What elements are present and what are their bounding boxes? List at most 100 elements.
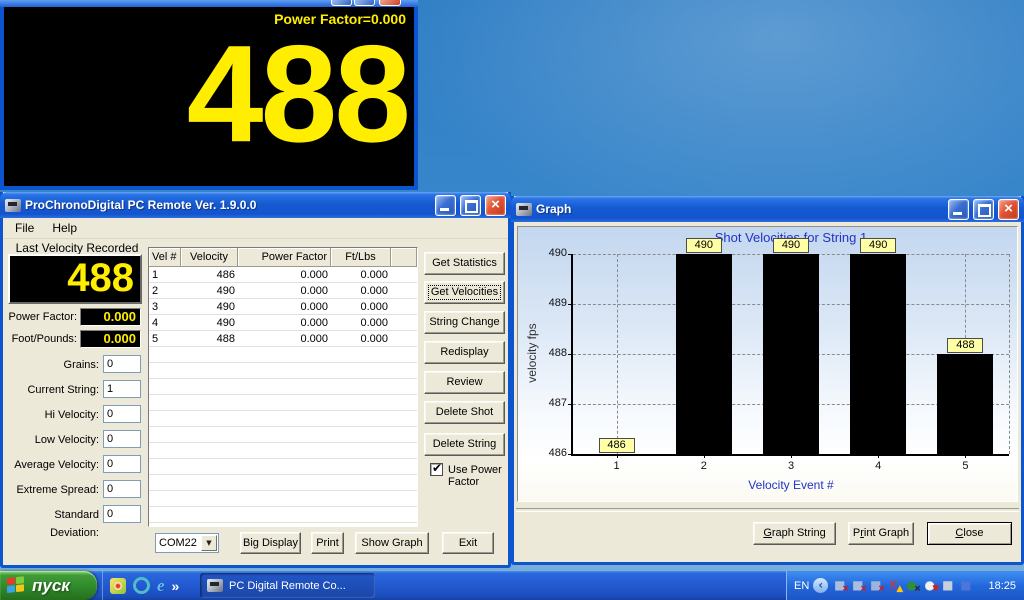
- cell: [238, 411, 331, 427]
- input-extreme-spread[interactable]: [103, 480, 141, 498]
- field-label-hi-velocity: Hi Velocity:: [3, 406, 99, 424]
- big-display-screen: Power Factor=0.000 488: [4, 7, 414, 186]
- y-tick-label: 490: [533, 247, 567, 259]
- cell: [391, 523, 417, 527]
- button-exit[interactable]: Exit: [442, 532, 494, 554]
- table-row[interactable]: 34900.0000.000: [149, 299, 417, 315]
- antivirus-warning-icon[interactable]: K▲: [886, 578, 901, 593]
- minimize-button[interactable]: [435, 195, 456, 216]
- button-get-statistics[interactable]: Get Statistics: [424, 252, 505, 275]
- column-header-power-factor[interactable]: Power Factor: [238, 248, 331, 267]
- button-close[interactable]: Close: [927, 522, 1012, 545]
- chevron-down-icon[interactable]: [201, 535, 217, 551]
- button-delete-shot[interactable]: Delete Shot: [424, 401, 505, 424]
- y-tick-label: 489: [533, 297, 567, 309]
- column-header-velocity[interactable]: Velocity: [181, 248, 238, 267]
- maximize-button[interactable]: [460, 195, 481, 216]
- button-review[interactable]: Review: [424, 371, 505, 394]
- gridline: [617, 254, 618, 454]
- input-average-velocity[interactable]: [103, 455, 141, 473]
- cell: [331, 475, 391, 491]
- cell: [149, 427, 181, 443]
- com-port-select[interactable]: COM22: [155, 533, 219, 553]
- column-header-vel[interactable]: Vel #: [149, 248, 181, 267]
- cell: [181, 475, 238, 491]
- minimize-button[interactable]: [948, 199, 969, 220]
- table-row[interactable]: 14860.0000.000: [149, 267, 417, 283]
- quick-launch-overflow-chevron[interactable]: »: [172, 578, 180, 594]
- taskbar-task-button[interactable]: PC Digital Remote Co...: [200, 573, 375, 598]
- minimize-button[interactable]: [331, 0, 352, 6]
- close-button[interactable]: [379, 0, 401, 6]
- table-row[interactable]: 24900.0000.000: [149, 283, 417, 299]
- close-button[interactable]: [485, 195, 506, 216]
- cell: [331, 443, 391, 459]
- internet-explorer-icon[interactable]: e: [157, 578, 165, 594]
- big-display-titlebar-remnant[interactable]: [0, 0, 418, 7]
- input-current-string[interactable]: [103, 380, 141, 398]
- checkbox-box[interactable]: ✔: [430, 463, 443, 476]
- table-row-empty: [149, 475, 417, 491]
- button-print-graph[interactable]: Print Graph: [848, 522, 914, 545]
- maximize-button[interactable]: [354, 0, 375, 6]
- table-row-empty: [149, 395, 417, 411]
- cell: [149, 507, 181, 523]
- cell: 0.000: [238, 283, 331, 299]
- language-indicator[interactable]: EN: [794, 580, 809, 592]
- button-print[interactable]: Print: [311, 532, 344, 554]
- lan-status-disabled-icon[interactable]: ■×: [850, 578, 865, 593]
- cell: [391, 459, 417, 475]
- wireless-status-disabled-icon[interactable]: ■×: [868, 578, 883, 593]
- cell: [181, 363, 238, 379]
- last-velocity-display: 488: [8, 254, 142, 304]
- cell: [181, 379, 238, 395]
- tray-collapse-button[interactable]: ‹: [813, 578, 828, 593]
- cell: [149, 491, 181, 507]
- wireless-adapter-icon[interactable]: ●▼: [922, 578, 937, 593]
- table-row[interactable]: 44900.0000.000: [149, 315, 417, 331]
- menu-help[interactable]: Help: [43, 218, 86, 238]
- windows-logo-icon: [7, 576, 26, 595]
- close-button[interactable]: [998, 199, 1019, 220]
- column-header-blank: [391, 248, 417, 267]
- table-row-empty: [149, 491, 417, 507]
- use-power-factor-checkbox[interactable]: ✔ Use Power Factor: [430, 463, 510, 488]
- graph-window-titlebar[interactable]: Graph: [511, 196, 1024, 222]
- cell: 3: [149, 299, 181, 315]
- button-graph-string[interactable]: Graph String: [753, 522, 836, 545]
- cell: 0.000: [238, 331, 331, 347]
- bar: [850, 254, 906, 454]
- field-label-grains: Grains:: [3, 356, 99, 374]
- table-row[interactable]: 54880.0000.000: [149, 331, 417, 347]
- cell: [149, 459, 181, 475]
- button-show-graph[interactable]: Show Graph: [355, 532, 429, 554]
- menu-file[interactable]: File: [6, 218, 43, 238]
- main-window-titlebar[interactable]: ProChronoDigital PC Remote Ver. 1.9.0.0: [0, 192, 511, 218]
- input-grains[interactable]: [103, 355, 141, 373]
- button-delete-string[interactable]: Delete String: [424, 433, 505, 456]
- last-velocity-label: Last Velocity Recorded: [8, 241, 146, 255]
- button-get-velocities[interactable]: Get Velocities: [424, 281, 505, 304]
- display-settings-icon[interactable]: ■: [940, 578, 955, 593]
- button-big-display[interactable]: Big Display: [240, 532, 301, 554]
- cell: 0.000: [331, 315, 391, 331]
- table-row-empty: [149, 523, 417, 527]
- quicktime-icon[interactable]: [133, 577, 150, 594]
- column-header-ft-lbs[interactable]: Ft/Lbs: [331, 248, 391, 267]
- remote-window-icon[interactable]: ■: [958, 578, 973, 593]
- button-string-change[interactable]: String Change: [424, 311, 505, 334]
- maximize-button[interactable]: [973, 199, 994, 220]
- cell: [181, 507, 238, 523]
- input-low-velocity[interactable]: [103, 430, 141, 448]
- input-standard-deviation[interactable]: [103, 505, 141, 523]
- field-label-standard-deviation: Standard Deviation:: [3, 506, 99, 542]
- cell: [331, 411, 391, 427]
- photo-app-icon[interactable]: [110, 578, 126, 594]
- cell: [238, 427, 331, 443]
- input-hi-velocity[interactable]: [103, 405, 141, 423]
- start-button[interactable]: пуск: [0, 571, 97, 600]
- lan-status-disabled-icon[interactable]: ■×: [832, 578, 847, 593]
- cell: [149, 395, 181, 411]
- button-redisplay[interactable]: Redisplay: [424, 341, 505, 364]
- sync-tool-disabled-icon[interactable]: ●×: [904, 578, 919, 593]
